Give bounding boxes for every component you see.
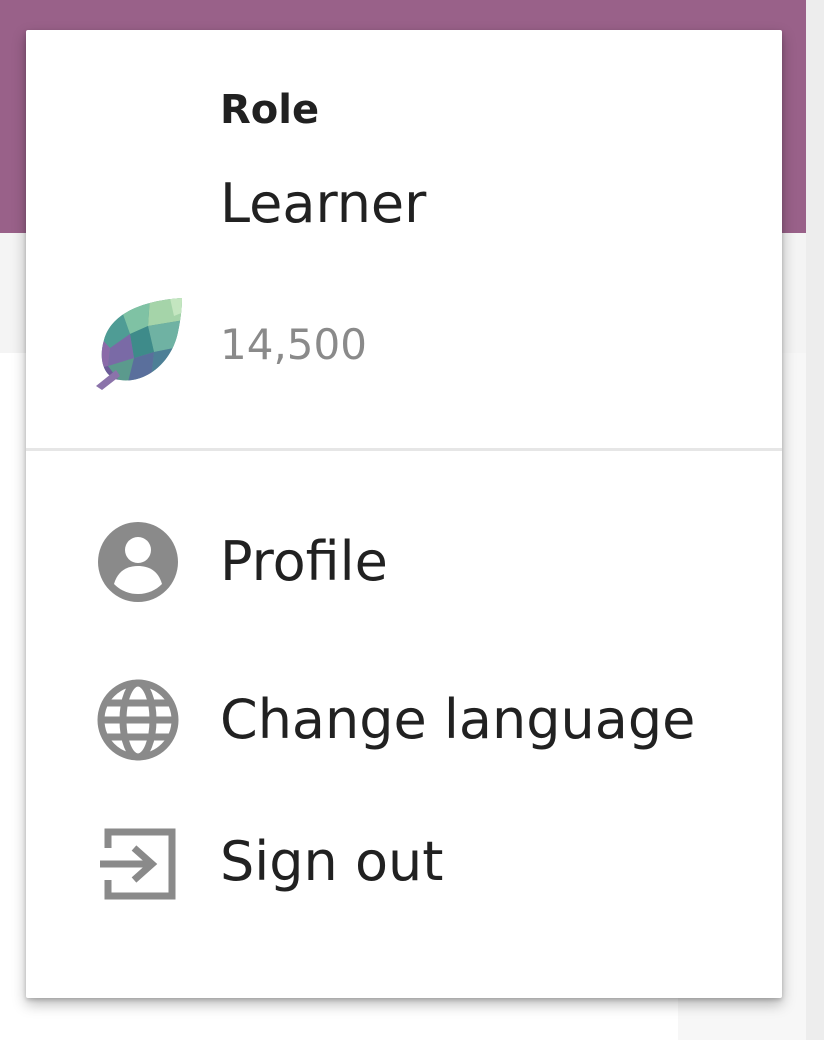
page: Role Learner 14,500 Profile Change langu…	[0, 0, 824, 1040]
menu-item-sign-out[interactable]: Sign out	[26, 800, 782, 920]
person-circle-icon	[98, 522, 178, 602]
points-value: 14,500	[220, 320, 367, 369]
menu-divider	[26, 448, 782, 451]
scrollbar-track	[806, 0, 824, 1040]
globe-icon	[97, 679, 179, 761]
logout-icon	[100, 828, 176, 900]
points-leaf-icon	[96, 298, 183, 390]
menu-item-label: Change language	[220, 688, 696, 751]
menu-item-profile[interactable]: Profile	[26, 502, 782, 622]
menu-item-label: Profile	[220, 530, 388, 593]
menu-item-change-language[interactable]: Change language	[26, 658, 782, 778]
user-menu-dropdown: Role Learner 14,500 Profile Change langu…	[26, 30, 782, 998]
role-heading: Role	[220, 87, 320, 133]
menu-item-label: Sign out	[220, 830, 444, 893]
role-value: Learner	[220, 172, 427, 235]
